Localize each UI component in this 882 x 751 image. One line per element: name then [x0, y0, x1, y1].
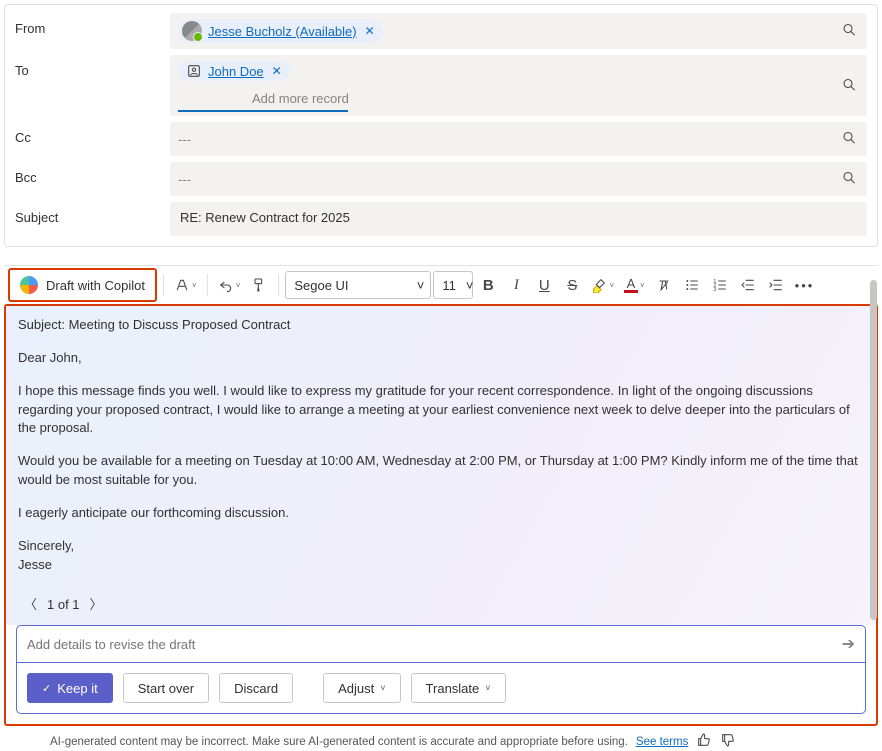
draft-paragraph: I hope this message finds you well. I wo…	[18, 382, 864, 439]
copilot-button-label: Draft with Copilot	[46, 278, 145, 293]
font-color-button[interactable]: A ˅	[620, 271, 649, 299]
font-name-value: Segoe UI	[294, 278, 348, 293]
draft-paragraph: I eagerly anticipate our forthcoming dis…	[18, 504, 864, 523]
bold-button[interactable]: B	[475, 271, 501, 299]
draft-paragraph: Would you be available for a meeting on …	[18, 452, 864, 490]
draft-actions: ✓ Keep it Start over Discard Adjust ˅ Tr…	[16, 663, 866, 714]
thumbs-down-button[interactable]	[720, 732, 736, 751]
pager-next[interactable]: 〉	[90, 596, 103, 615]
to-chip[interactable]: John Doe ✕	[178, 61, 290, 81]
indent-button[interactable]	[763, 271, 789, 299]
discard-button[interactable]: Discard	[219, 673, 293, 703]
font-size-value: 11	[442, 278, 456, 293]
undo-button[interactable]: ˅	[214, 271, 245, 299]
search-icon	[841, 76, 857, 95]
contact-icon	[186, 63, 202, 79]
remove-to-chip[interactable]: ✕	[272, 64, 282, 78]
from-chip[interactable]: Jesse Bucholz (Available) ✕	[178, 19, 383, 43]
draft-signature-name: Jesse	[18, 556, 864, 575]
toolbar-overflow-button[interactable]: •••	[791, 271, 819, 299]
disclaimer-text: AI-generated content may be incorrect. M…	[50, 736, 628, 748]
bulleted-list-button[interactable]	[679, 271, 705, 299]
underline-button[interactable]: U	[531, 271, 557, 299]
to-field[interactable]: John Doe ✕	[170, 55, 867, 116]
revise-input-wrap: ➔	[16, 625, 866, 663]
search-icon	[841, 22, 857, 41]
to-row: To John Doe ✕	[15, 55, 867, 116]
editor-toolbar: Draft with Copilot ˅ ˅ Segoe UI ˅ 11 ˅ B…	[4, 265, 878, 305]
cc-label: Cc	[15, 122, 170, 145]
subject-field[interactable]: RE: Renew Contract for 2025	[170, 202, 867, 236]
font-size-select[interactable]: 11 ˅	[433, 271, 473, 299]
bcc-value: ---	[178, 172, 191, 187]
numbered-list-button[interactable]: 123	[707, 271, 733, 299]
draft-pager: 〈 1 of 1 〉	[18, 588, 864, 625]
adjust-label: Adjust	[338, 681, 374, 696]
font-name-select[interactable]: Segoe UI ˅	[285, 271, 431, 299]
svg-text:3: 3	[713, 287, 716, 293]
remove-from-chip[interactable]: ✕	[365, 24, 375, 38]
from-row: From Jesse Bucholz (Available) ✕	[15, 13, 867, 49]
pager-prev[interactable]: 〈	[24, 596, 37, 615]
revise-input[interactable]	[27, 637, 842, 652]
translate-label: Translate	[426, 681, 480, 696]
keep-it-label: Keep it	[57, 681, 97, 696]
subject-row: Subject RE: Renew Contract for 2025	[15, 202, 867, 236]
bcc-field[interactable]: ---	[170, 162, 867, 196]
from-label: From	[15, 13, 170, 36]
compose-header: From Jesse Bucholz (Available) ✕ To John…	[4, 4, 878, 247]
scrollbar[interactable]	[870, 280, 877, 620]
cc-value: ---	[178, 132, 191, 147]
to-input[interactable]	[178, 87, 348, 112]
thumbs-up-button[interactable]	[696, 732, 712, 751]
chevron-down-icon: ˅	[380, 683, 385, 693]
search-icon	[841, 130, 857, 149]
copilot-draft-panel: Subject: Meeting to Discuss Proposed Con…	[4, 304, 878, 726]
subject-label: Subject	[15, 202, 170, 225]
keep-it-button[interactable]: ✓ Keep it	[27, 673, 113, 703]
bcc-row: Bcc ---	[15, 162, 867, 196]
avatar-icon	[182, 21, 202, 41]
from-chip-label[interactable]: Jesse Bucholz (Available)	[208, 24, 357, 39]
highlight-button[interactable]: ˅	[587, 271, 618, 299]
draft-subject-line: Subject: Meeting to Discuss Proposed Con…	[18, 316, 864, 335]
separator	[163, 274, 164, 296]
bcc-label: Bcc	[15, 162, 170, 185]
cc-field[interactable]: ---	[170, 122, 867, 156]
separator	[207, 274, 208, 296]
search-icon	[841, 170, 857, 189]
cc-row: Cc ---	[15, 122, 867, 156]
draft-signoff: Sincerely,	[18, 537, 864, 556]
discard-label: Discard	[234, 681, 278, 696]
chevron-down-icon: ˅	[485, 683, 490, 693]
adjust-button[interactable]: Adjust ˅	[323, 673, 400, 703]
pager-text: 1 of 1	[47, 596, 80, 615]
copilot-icon	[20, 276, 38, 294]
from-field[interactable]: Jesse Bucholz (Available) ✕	[170, 13, 867, 49]
outdent-button[interactable]	[735, 271, 761, 299]
see-terms-link[interactable]: See terms	[636, 736, 688, 748]
start-over-button[interactable]: Start over	[123, 673, 209, 703]
draft-body[interactable]: Subject: Meeting to Discuss Proposed Con…	[6, 306, 876, 625]
check-icon: ✓	[42, 682, 51, 695]
draft-with-copilot-button[interactable]: Draft with Copilot	[8, 268, 157, 302]
subject-value: RE: Renew Contract for 2025	[180, 210, 350, 225]
clear-formatting-button[interactable]	[651, 271, 677, 299]
font-format-button[interactable]: ˅	[170, 271, 201, 299]
italic-button[interactable]: I	[503, 271, 529, 299]
ai-disclaimer: AI-generated content may be incorrect. M…	[50, 732, 878, 751]
separator	[278, 274, 279, 296]
format-painter-button[interactable]	[246, 271, 272, 299]
to-chip-label[interactable]: John Doe	[208, 64, 264, 79]
start-over-label: Start over	[138, 681, 194, 696]
submit-arrow-icon[interactable]: ➔	[842, 634, 855, 654]
draft-greeting: Dear John,	[18, 349, 864, 368]
translate-button[interactable]: Translate ˅	[411, 673, 506, 703]
strikethrough-button[interactable]: S	[559, 271, 585, 299]
to-label: To	[15, 55, 170, 78]
